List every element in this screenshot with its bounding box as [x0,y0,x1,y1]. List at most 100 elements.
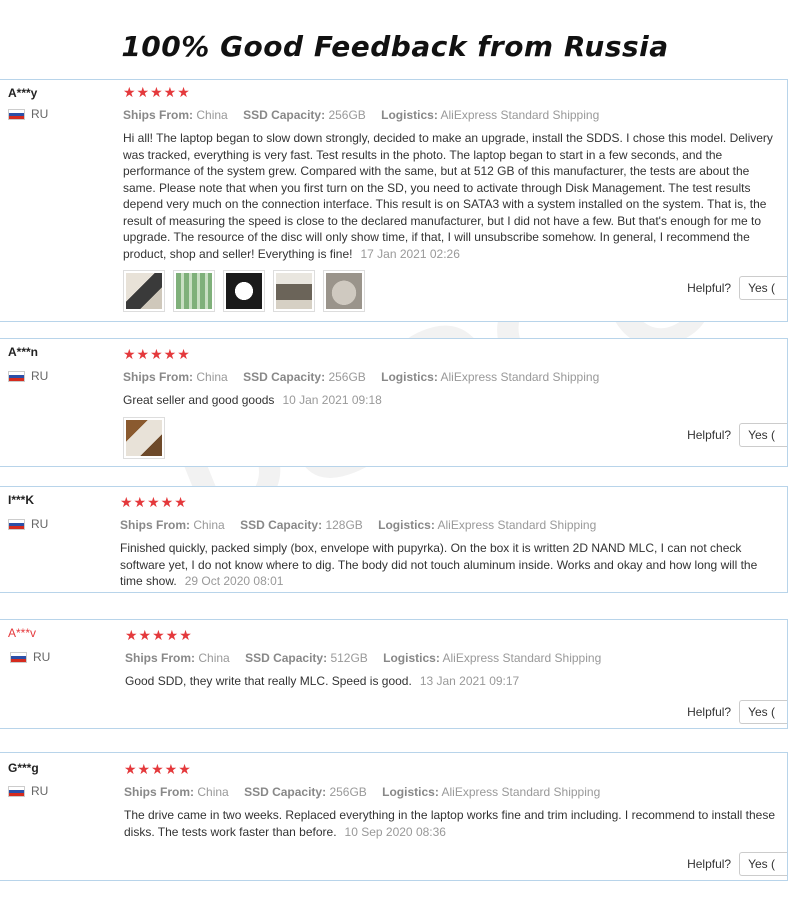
review-date: 17 Jan 2021 02:26 [360,246,460,261]
review-text: Great seller and good goods [123,393,275,407]
review-photo-thumbnail[interactable] [123,416,165,459]
helpful-yes-button[interactable]: Yes ( [739,852,787,876]
ships-from-value: China [196,370,228,384]
logistics-label: Logistics: [381,370,438,384]
review-text-block: Great seller and good goods 10 Jan 2021 0… [123,392,779,409]
review-photo-thumbnail[interactable] [123,270,165,312]
ships-from-value: China [193,518,225,532]
star-rating: ★★★★★ [123,84,191,100]
russia-flag-icon [8,785,25,797]
photo-image [176,273,212,309]
review-date: 10 Jan 2021 09:18 [282,393,382,407]
helpful-yes-button[interactable]: Yes ( [739,423,787,447]
reviewer-name: A***v [8,626,37,640]
review-photo-thumbnail[interactable] [223,270,265,312]
review-photo-thumbnail[interactable] [273,270,315,312]
logistics-value: AliExpress Standard Shipping [441,785,601,799]
helpful-label: Helpful? [687,857,732,871]
ssd-capacity-value: 256GB [328,108,366,122]
page-title: 100% Good Feedback from Russia [121,30,669,63]
review-meta: Ships From: China SSD Capacity: 256GB Lo… [123,108,779,122]
star-rating: ★★★★★ [120,494,188,510]
logistics-label: Logistics: [378,518,435,532]
ships-from-value: China [198,651,230,665]
review-card: A***v RU ★★★★★ Ships From: China SSD Cap… [0,619,788,729]
ssd-capacity-value: 512GB [330,651,368,665]
review-text: Good SDD, they write that really MLC. Sp… [125,674,412,688]
country-code: RU [31,107,49,121]
review-card: A***n RU ★★★★★ Ships From: China SSD Cap… [0,338,788,467]
review-card: I***K RU ★★★★★ Ships From: China SSD Cap… [0,486,788,593]
country-code: RU [31,369,49,383]
review-date: 29 Oct 2020 08:01 [184,574,284,588]
review-card: G***g RU ★★★★★ Ships From: China SSD Cap… [0,752,788,881]
review-photos [123,270,779,312]
logistics-label: Logistics: [382,785,439,799]
helpful-label: Helpful? [687,705,732,719]
review-meta: Ships From: China SSD Capacity: 128GB Lo… [120,518,765,532]
helpful-yes-button[interactable]: Yes ( [739,276,787,300]
review-text: Hi all! The laptop began to slow down st… [123,131,773,261]
logistics-value: AliExpress Standard Shipping [440,108,600,122]
star-rating: ★★★★★ [125,627,193,643]
reviewer-country: RU [8,107,48,121]
helpful-label: Helpful? [687,281,732,295]
ssd-capacity-label: SSD Capacity: [243,370,326,384]
country-code: RU [33,650,51,664]
helpful-label: Helpful? [687,428,732,442]
helpful-control: Helpful? Yes ( [687,700,787,724]
country-code: RU [31,784,49,798]
reviewer-country: RU [10,650,50,664]
photo-image [326,273,362,309]
ships-from-label: Ships From: [125,651,196,665]
ssd-capacity-label: SSD Capacity: [240,518,323,532]
photo-image [126,419,162,456]
review-photos [123,416,779,459]
ssd-capacity-value: 256GB [329,785,367,799]
reviewer-country: RU [8,517,48,531]
review-text-block: Good SDD, they write that really MLC. Sp… [125,673,779,690]
reviewer-name: G***g [8,761,39,775]
review-text-block: Finished quickly, packed simply (box, en… [120,540,765,590]
logistics-value: AliExpress Standard Shipping [442,651,602,665]
russia-flag-icon [8,518,25,530]
ssd-capacity-value: 128GB [325,518,363,532]
reviewer-country: RU [8,369,48,383]
review-photo-thumbnail[interactable] [173,270,215,312]
reviewer-name: A***y [8,86,38,100]
russia-flag-icon [10,651,27,663]
review-date: 10 Sep 2020 08:36 [344,824,446,839]
logistics-label: Logistics: [381,108,438,122]
ships-from-label: Ships From: [124,785,195,799]
review-meta: Ships From: China SSD Capacity: 256GB Lo… [124,785,779,799]
ships-from-label: Ships From: [123,108,194,122]
star-rating: ★★★★★ [124,761,192,777]
helpful-control: Helpful? Yes ( [687,276,787,300]
review-text-block: Hi all! The laptop began to slow down st… [123,130,779,262]
logistics-value: AliExpress Standard Shipping [440,370,600,384]
photo-image [226,273,262,309]
ssd-capacity-label: SSD Capacity: [243,108,326,122]
review-meta: Ships From: China SSD Capacity: 256GB Lo… [123,370,779,384]
photo-image [126,273,162,309]
ssd-capacity-label: SSD Capacity: [244,785,327,799]
reviewer-country: RU [8,784,48,798]
reviewer-name: A***n [8,345,39,359]
star-rating: ★★★★★ [123,346,191,362]
review-photo-thumbnail[interactable] [323,270,365,312]
photo-image [276,273,312,309]
review-text: The drive came in two weeks. Replaced ev… [124,808,775,839]
ssd-capacity-label: SSD Capacity: [245,651,328,665]
russia-flag-icon [8,108,25,120]
russia-flag-icon [8,370,25,382]
logistics-label: Logistics: [383,651,440,665]
reviewer-name: I***K [8,493,35,507]
review-date: 13 Jan 2021 09:17 [419,674,520,688]
review-card: A***y RU ★★★★★ Ships From: China SSD Cap… [0,79,788,322]
review-text-block: The drive came in two weeks. Replaced ev… [124,807,779,840]
ships-from-value: China [196,108,228,122]
helpful-yes-button[interactable]: Yes ( [739,700,787,724]
ssd-capacity-value: 256GB [328,370,366,384]
country-code: RU [31,517,49,531]
ships-from-label: Ships From: [123,370,194,384]
